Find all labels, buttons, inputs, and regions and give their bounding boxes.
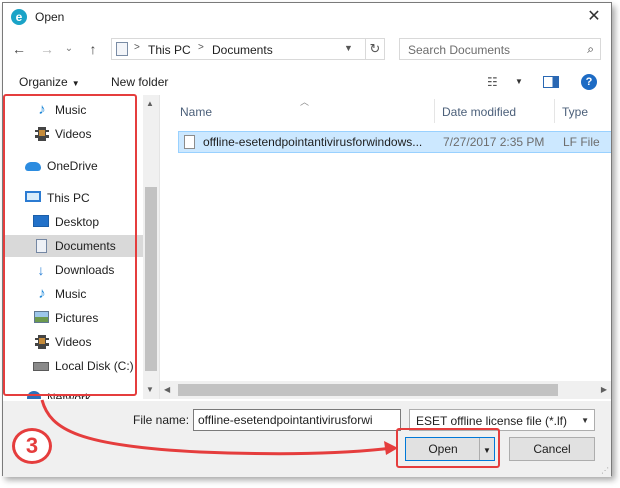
step-number-badge: 3	[12, 428, 52, 464]
annotation-arrow	[40, 399, 398, 456]
